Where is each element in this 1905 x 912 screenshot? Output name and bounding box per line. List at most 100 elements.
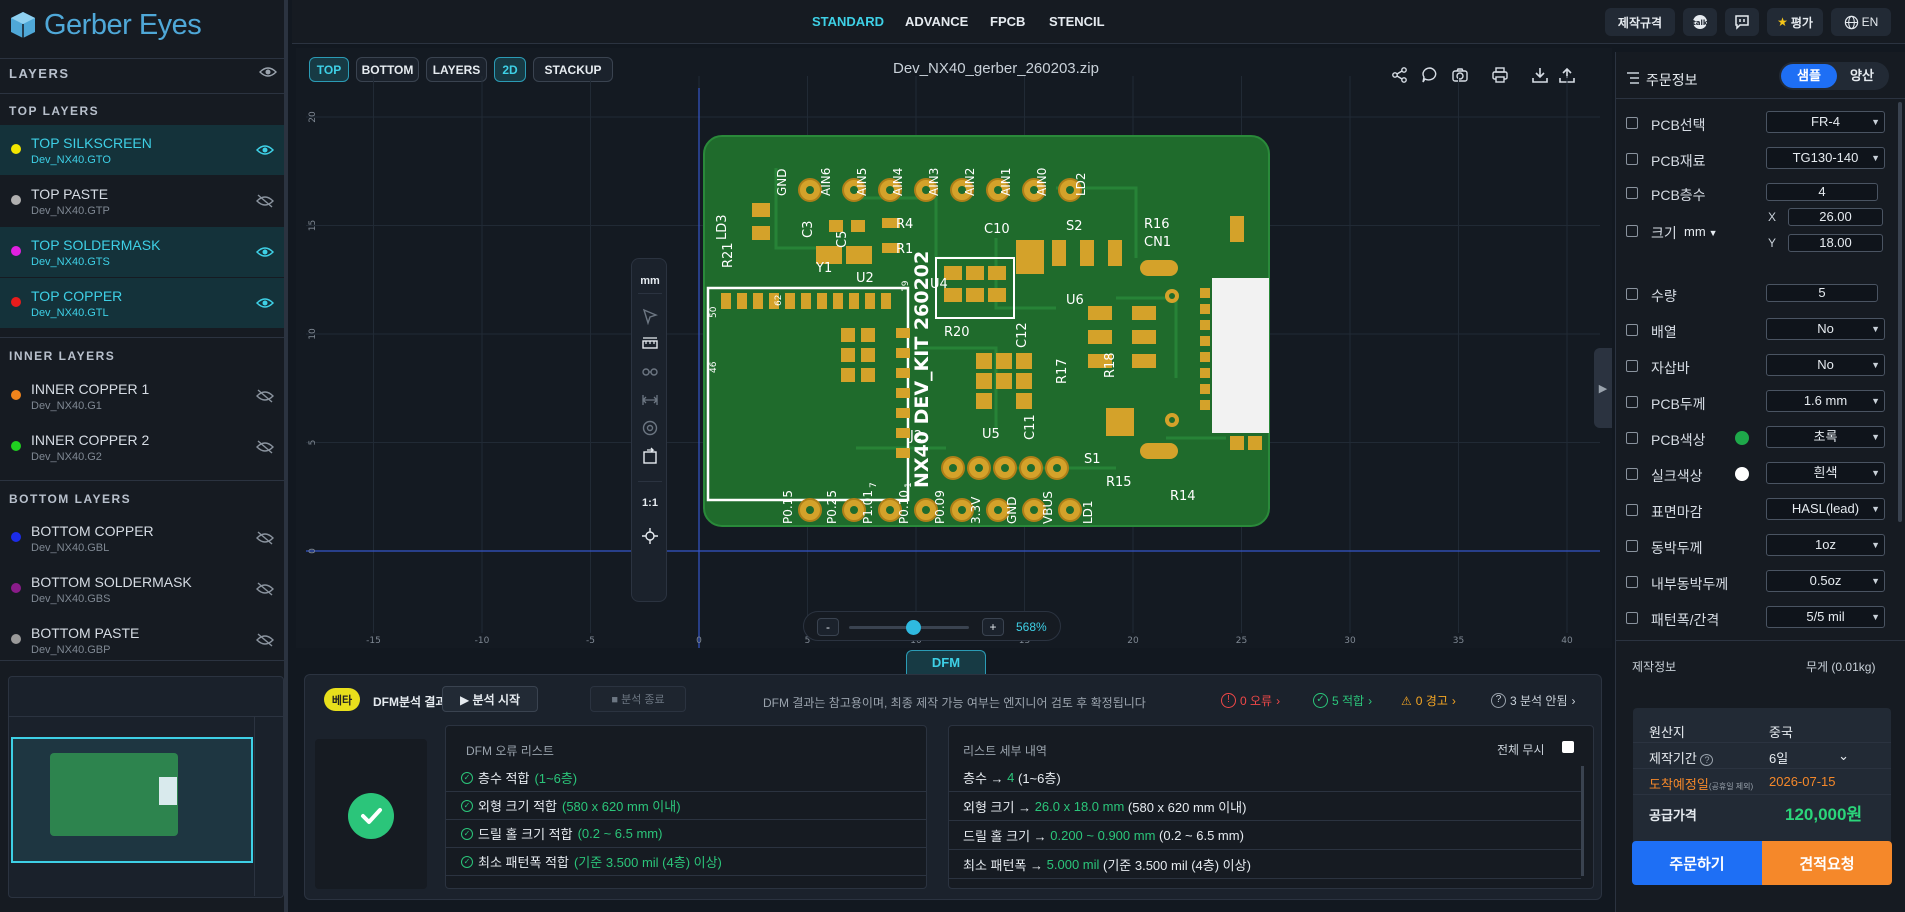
nav-standard[interactable]: STANDARD bbox=[812, 14, 884, 29]
analysis-start-button[interactable]: ▶ 분석 시작 bbox=[442, 686, 538, 712]
field-input[interactable]: 4 bbox=[1766, 183, 1878, 201]
panel-collapse-handle[interactable]: ▶ bbox=[1594, 348, 1612, 428]
field-select[interactable]: 초록 ▼ bbox=[1766, 426, 1885, 448]
message-button[interactable] bbox=[1725, 8, 1759, 36]
size-unit-select[interactable]: mm ▼ bbox=[1684, 224, 1718, 239]
eye-off-icon[interactable] bbox=[256, 529, 274, 547]
minimap[interactable] bbox=[8, 676, 284, 898]
eye-icon[interactable] bbox=[256, 141, 274, 159]
origin-value: 중국 bbox=[1769, 725, 1793, 740]
ignore-all-checkbox[interactable] bbox=[1562, 741, 1574, 753]
scale-1-1-button[interactable]: 1:1 bbox=[632, 497, 668, 509]
field-select[interactable]: FR-4 ▼ bbox=[1766, 111, 1885, 133]
detail-scrollbar[interactable] bbox=[1581, 766, 1584, 876]
dfm-item-label: 외형 크기 적합 bbox=[478, 799, 557, 814]
layer-top-copper[interactable]: TOP COPPER Dev_NX40.GTL bbox=[0, 278, 284, 328]
panel-scrollbar[interactable] bbox=[1898, 102, 1902, 522]
layer-color-dot bbox=[11, 634, 21, 644]
layer-bottom-soldermask[interactable]: BOTTOM SOLDERMASK Dev_NX40.GBS bbox=[0, 564, 284, 614]
minimap-viewport[interactable] bbox=[11, 737, 253, 863]
eye-off-icon[interactable] bbox=[256, 387, 274, 405]
dfm-item[interactable]: ✓ 외형 크기 적합 (580 x 620 mm 이내) bbox=[446, 792, 926, 820]
pointer-icon[interactable] bbox=[641, 307, 659, 325]
field-select[interactable]: No ▼ bbox=[1766, 354, 1885, 376]
eye-off-icon[interactable] bbox=[256, 631, 274, 649]
layer-file: Dev_NX40.GTS bbox=[31, 256, 110, 268]
error-count[interactable]: ! 0 오류 › bbox=[1221, 692, 1280, 709]
nav-fpcb[interactable]: FPCB bbox=[990, 14, 1025, 29]
size-y-input[interactable]: 18.00 bbox=[1788, 234, 1883, 252]
layers-title: LAYERS bbox=[9, 66, 70, 81]
dfm-item-detail: (기준 3.500 mil (4층) 이상) bbox=[573, 855, 722, 870]
eye-off-icon[interactable] bbox=[256, 192, 274, 210]
unit-label[interactable]: mm bbox=[632, 275, 668, 287]
dfm-item-detail: (1~6층) bbox=[534, 771, 578, 786]
toggle-mass[interactable]: 양산 bbox=[1837, 64, 1887, 88]
field-select[interactable]: 1.6 mm ▼ bbox=[1766, 390, 1885, 412]
eye-off-icon[interactable] bbox=[256, 438, 274, 456]
distance-icon[interactable] bbox=[641, 391, 659, 409]
toggle-sample[interactable]: 샘플 bbox=[1781, 64, 1837, 88]
x-tick-label: 40 bbox=[1561, 636, 1573, 646]
spec-button[interactable]: 제작규격 bbox=[1605, 8, 1675, 36]
pcb-canvas[interactable]: GND AIN6 AIN5 AIN4 AIN3 AIN2 AIN1 AIN0 LD2 P0.15 P… bbox=[296, 48, 1612, 648]
gerber-viewer[interactable]: TOP BOTTOM LAYERS 2D STACKUP Dev_NX40_ge… bbox=[296, 48, 1612, 648]
nav-advance[interactable]: ADVANCE bbox=[905, 14, 968, 29]
eye-off-icon[interactable] bbox=[256, 580, 274, 598]
layer-color-dot bbox=[11, 144, 21, 154]
app-logo[interactable]: Gerber Eyes bbox=[10, 6, 202, 44]
dfm-item[interactable]: ✓ 최소 패턴폭 적합 (기준 3.500 mil (4층) 이상) bbox=[446, 848, 926, 876]
field-select[interactable]: 5/5 mil ▼ bbox=[1766, 606, 1885, 628]
eye-icon[interactable] bbox=[259, 64, 277, 80]
chat-icon: talk bbox=[1692, 15, 1708, 29]
language-button[interactable]: EN bbox=[1831, 8, 1891, 36]
nav-stencil[interactable]: STENCIL bbox=[1049, 14, 1105, 29]
sample-mass-toggle[interactable]: 샘플 양산 bbox=[1779, 62, 1889, 90]
dfm-detail-list: 리스트 세부 내역 전체 무시 층수 → 4 (1~6층) 외형 크기 → 26.… bbox=[948, 725, 1594, 889]
warning-count[interactable]: ⚠ 0 경고 › bbox=[1401, 692, 1456, 709]
field-select[interactable]: 0.5oz ▼ bbox=[1766, 570, 1885, 592]
menu-icon[interactable] bbox=[1626, 72, 1640, 84]
layer-inner-copper-1[interactable]: INNER COPPER 1 Dev_NX40.G1 bbox=[0, 371, 284, 421]
field-select[interactable]: HASL(lead) ▼ bbox=[1766, 498, 1885, 520]
eye-icon[interactable] bbox=[256, 243, 274, 261]
size-x-input[interactable]: 26.00 bbox=[1788, 208, 1883, 226]
order-button[interactable]: 주문하기 bbox=[1632, 841, 1762, 885]
field-select[interactable]: TG130-140 ▼ bbox=[1766, 147, 1885, 169]
pass-count[interactable]: ✓ 5 적합 › bbox=[1313, 692, 1372, 709]
not-analyzed-count[interactable]: ? 3 분석 안됨 › bbox=[1491, 692, 1576, 709]
detail-spec: (1~6층) bbox=[1014, 771, 1061, 786]
rate-button[interactable]: ★ 평가 bbox=[1767, 8, 1823, 36]
zoom-slider-thumb[interactable] bbox=[905, 620, 921, 635]
dfm-tab[interactable]: DFM bbox=[906, 650, 986, 674]
layer-bottom-paste[interactable]: BOTTOM PASTE Dev_NX40.GBP bbox=[0, 615, 284, 665]
period-select[interactable]: 6일 ⌄ bbox=[1769, 748, 1849, 767]
ruler-icon[interactable] bbox=[641, 335, 659, 353]
layer-top-soldermask[interactable]: TOP SOLDERMASK Dev_NX40.GTS bbox=[0, 227, 284, 277]
quote-button[interactable]: 견적요청 bbox=[1762, 841, 1892, 885]
rotate-icon[interactable] bbox=[641, 447, 659, 465]
dfm-item[interactable]: ✓ 드릴 홀 크기 적합 (0.2 ~ 6.5 mm) bbox=[446, 820, 926, 848]
link-measure-icon[interactable] bbox=[641, 363, 659, 381]
analysis-stop-button[interactable]: ■ 분석 종료 bbox=[590, 686, 686, 712]
field-select[interactable]: 1oz ▼ bbox=[1766, 534, 1885, 556]
field-select[interactable]: 흰색 ▼ bbox=[1766, 462, 1885, 484]
layer-inner-copper-2[interactable]: INNER COPPER 2 Dev_NX40.G2 bbox=[0, 422, 284, 472]
circle-measure-icon[interactable] bbox=[641, 419, 659, 437]
size-unit-label: mm bbox=[1684, 224, 1706, 239]
color-swatch bbox=[1735, 431, 1749, 445]
crosshair-icon[interactable] bbox=[641, 527, 659, 545]
pcb-board: GND AIN6 AIN5 AIN4 AIN3 AIN2 AIN1 AIN0 LD2 P0.15 P… bbox=[703, 135, 1270, 527]
chat-button[interactable]: talk bbox=[1683, 8, 1717, 36]
layer-top-silkscreen[interactable]: TOP SILKSCREEN Dev_NX40.GTO bbox=[0, 125, 284, 175]
eye-icon[interactable] bbox=[256, 294, 274, 312]
pin-number: 46 bbox=[709, 361, 719, 373]
layer-bottom-copper[interactable]: BOTTOM COPPER Dev_NX40.GBL bbox=[0, 513, 284, 563]
bottom-pin-label: P0.25 bbox=[825, 490, 839, 524]
dfm-item[interactable]: ✓ 층수 적합 (1~6층) bbox=[446, 764, 926, 792]
layer-top-paste[interactable]: TOP PASTE Dev_NX40.GTP bbox=[0, 176, 284, 226]
zoom-in-button[interactable]: + bbox=[982, 618, 1004, 636]
field-select[interactable]: No ▼ bbox=[1766, 318, 1885, 340]
zoom-out-button[interactable]: - bbox=[817, 618, 839, 636]
field-input[interactable]: 5 bbox=[1766, 284, 1878, 302]
